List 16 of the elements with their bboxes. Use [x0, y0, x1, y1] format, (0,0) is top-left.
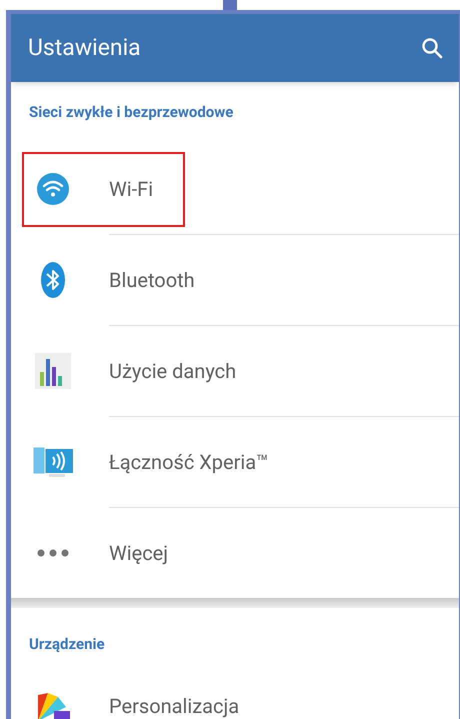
settings-item[interactable]: Łączność Xperia™	[109, 447, 269, 477]
wifi-icon	[36, 172, 70, 206]
search-icon[interactable]	[421, 37, 443, 59]
settings-item[interactable]: Wi-Fi	[109, 174, 154, 204]
settings-item[interactable]: Więcej	[109, 538, 168, 568]
section-header: Sieci zwykłe i bezprzewodowe	[29, 102, 234, 124]
settings-item[interactable]: Personalizacja	[109, 690, 240, 719]
bar-chart-icon	[34, 352, 72, 390]
settings-item[interactable]: Bluetooth	[109, 265, 195, 295]
frame-connector	[223, 0, 237, 10]
section-header: Urządzenie	[29, 634, 105, 654]
more-dots-icon	[37, 548, 69, 556]
phone-screen-icon	[31, 446, 75, 478]
app-title: Ustawienia	[28, 32, 141, 63]
settings-item[interactable]: Użycie danych	[109, 356, 236, 386]
bluetooth-icon	[40, 260, 66, 298]
